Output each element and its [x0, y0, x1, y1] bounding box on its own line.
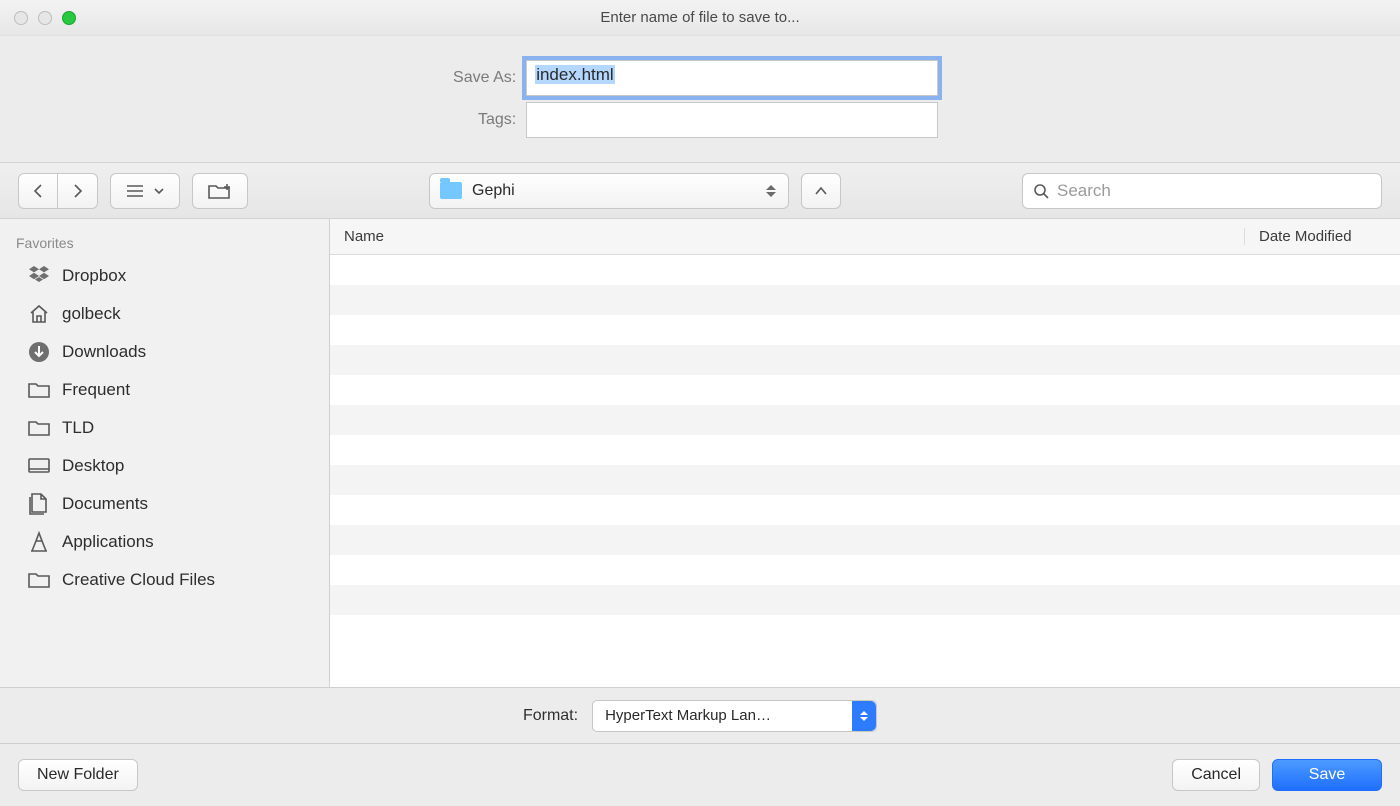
- list-item: [330, 405, 1400, 435]
- save-button[interactable]: Save: [1272, 759, 1382, 791]
- applications-icon: [28, 531, 50, 553]
- sidebar-item-label: Frequent: [62, 380, 130, 400]
- chevron-up-icon: [814, 185, 828, 197]
- list-item: [330, 375, 1400, 405]
- filename-text: index.html: [535, 65, 614, 84]
- list-item: [330, 255, 1400, 285]
- sidebar-item-documents[interactable]: Documents: [0, 485, 329, 523]
- documents-icon: [28, 493, 50, 515]
- folder-icon: [440, 182, 462, 199]
- list-item: [330, 585, 1400, 615]
- list-view-icon: [126, 184, 148, 198]
- sidebar-item-label: Downloads: [62, 342, 146, 362]
- folder-icon: [28, 379, 50, 401]
- list-item: [330, 465, 1400, 495]
- chevron-right-icon: [72, 183, 84, 199]
- sidebar-item-label: Desktop: [62, 456, 124, 476]
- dropbox-icon: [28, 265, 50, 287]
- window-title: Enter name of file to save to...: [0, 9, 1400, 26]
- sidebar-item-tld[interactable]: TLD: [0, 409, 329, 447]
- list-item: [330, 435, 1400, 465]
- sidebar-item-home[interactable]: golbeck: [0, 295, 329, 333]
- sidebar-item-label: Applications: [62, 532, 154, 552]
- file-browser: Favorites Dropbox golbeck Downloads: [0, 219, 1400, 688]
- new-folder-icon: [208, 182, 232, 200]
- format-value: HyperText Markup Lan…: [605, 707, 771, 724]
- sidebar-item-frequent[interactable]: Frequent: [0, 371, 329, 409]
- column-headers: Name Date Modified: [330, 219, 1400, 255]
- desktop-icon: [28, 455, 50, 477]
- tags-input[interactable]: [526, 102, 938, 138]
- button-label: Save: [1309, 766, 1345, 784]
- stepper-icon: [852, 701, 876, 731]
- action-bar: New Folder Cancel Save: [0, 744, 1400, 806]
- format-label: Format:: [523, 707, 578, 725]
- list-item: [330, 525, 1400, 555]
- downloads-icon: [28, 341, 50, 363]
- format-bar: Format: HyperText Markup Lan…: [0, 688, 1400, 744]
- titlebar: Enter name of file to save to...: [0, 0, 1400, 36]
- chevron-left-icon: [32, 183, 44, 199]
- list-item: [330, 345, 1400, 375]
- sidebar-item-desktop[interactable]: Desktop: [0, 447, 329, 485]
- collapse-button[interactable]: [801, 173, 841, 209]
- sidebar-item-label: Documents: [62, 494, 148, 514]
- back-button[interactable]: [18, 173, 58, 209]
- folder-icon: [28, 417, 50, 439]
- button-label: New Folder: [37, 766, 119, 784]
- forward-button[interactable]: [58, 173, 98, 209]
- sidebar: Favorites Dropbox golbeck Downloads: [0, 219, 330, 687]
- list-item: [330, 285, 1400, 315]
- sidebar-item-dropbox[interactable]: Dropbox: [0, 257, 329, 295]
- view-mode-button[interactable]: [110, 173, 180, 209]
- file-list: Name Date Modified: [330, 219, 1400, 687]
- sidebar-item-downloads[interactable]: Downloads: [0, 333, 329, 371]
- list-item: [330, 315, 1400, 345]
- search-icon: [1033, 183, 1049, 199]
- location-folder-dropdown[interactable]: Gephi: [429, 173, 789, 209]
- chevron-down-icon: [154, 186, 164, 196]
- button-label: Cancel: [1191, 766, 1241, 784]
- sidebar-item-creative-cloud[interactable]: Creative Cloud Files: [0, 561, 329, 599]
- format-dropdown[interactable]: HyperText Markup Lan…: [592, 700, 877, 732]
- filename-input[interactable]: index.html: [526, 60, 938, 96]
- save-dialog: Enter name of file to save to... Save As…: [0, 0, 1400, 806]
- column-date-modified[interactable]: Date Modified: [1244, 228, 1400, 245]
- list-item: [330, 555, 1400, 585]
- sidebar-item-label: Creative Cloud Files: [62, 570, 215, 590]
- search-input[interactable]: [1057, 181, 1371, 201]
- toolbar: Gephi: [0, 163, 1400, 219]
- save-as-label: Save As:: [0, 69, 516, 87]
- save-fields: Save As: index.html Tags:: [0, 36, 1400, 163]
- new-folder-icon-button[interactable]: [192, 173, 248, 209]
- stepper-icon: [766, 179, 780, 203]
- column-name[interactable]: Name: [330, 228, 1244, 245]
- sidebar-item-label: golbeck: [62, 304, 121, 324]
- sidebar-item-label: TLD: [62, 418, 94, 438]
- list-item: [330, 495, 1400, 525]
- sidebar-item-applications[interactable]: Applications: [0, 523, 329, 561]
- sidebar-header: Favorites: [0, 229, 329, 257]
- cancel-button[interactable]: Cancel: [1172, 759, 1260, 791]
- home-icon: [28, 303, 50, 325]
- nav-buttons: [18, 173, 98, 209]
- sidebar-item-label: Dropbox: [62, 266, 126, 286]
- tags-label: Tags:: [0, 111, 516, 129]
- folder-icon: [28, 569, 50, 591]
- new-folder-button[interactable]: New Folder: [18, 759, 138, 791]
- search-field[interactable]: [1022, 173, 1382, 209]
- file-rows[interactable]: [330, 255, 1400, 687]
- folder-name: Gephi: [472, 182, 515, 200]
- list-item: [330, 615, 1400, 645]
